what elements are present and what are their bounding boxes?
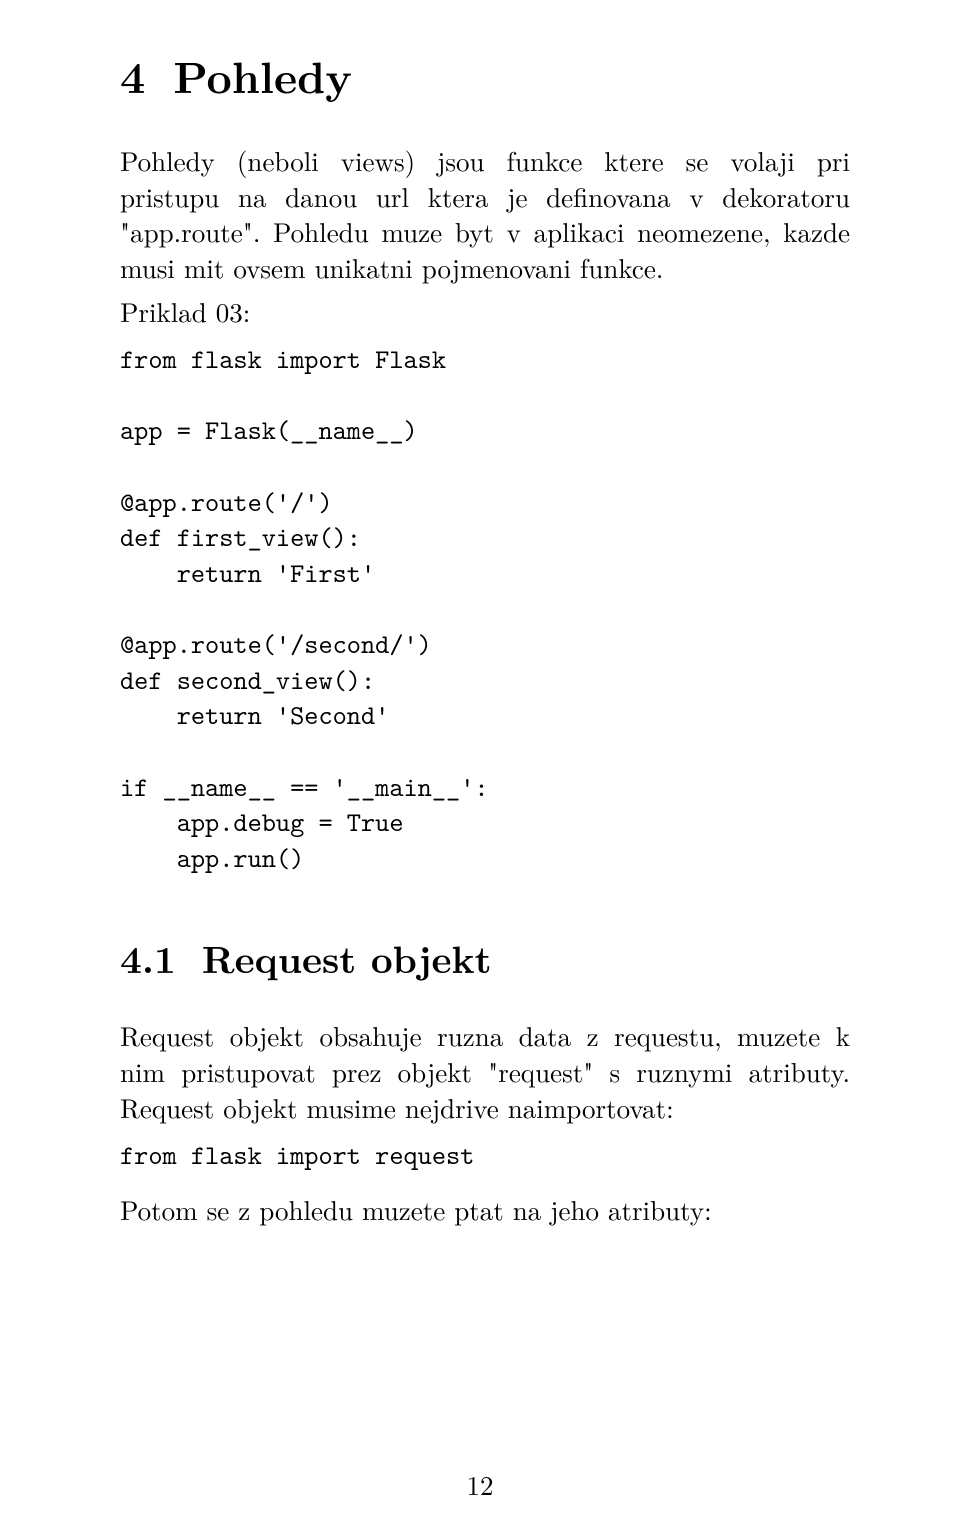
subsection-number: 4.1 (120, 937, 176, 981)
page-number: 12 (0, 1465, 960, 1503)
paragraph-3: Potom se z pohledu muzete ptat na jeho a… (120, 1192, 850, 1228)
code-block-2: from flask import request (120, 1138, 850, 1174)
code-block-1: from flask import Flask app = Flask(__na… (120, 342, 850, 876)
section-heading: 4Pohledy (120, 50, 850, 101)
paragraph-2: Request objekt obsahuje ruzna data z req… (120, 1018, 850, 1126)
subsection-title: Request objekt (202, 931, 492, 985)
page: 4Pohledy Pohledy (neboli views) jsou fun… (0, 0, 960, 1535)
paragraph-1: Pohledy (neboli views) jsou funkce ktere… (120, 143, 850, 287)
section-number: 4 (120, 50, 145, 101)
section-title: Pohledy (173, 43, 352, 106)
example-label: Priklad 03: (120, 294, 850, 330)
subsection-heading: 4.1Request objekt (120, 937, 850, 981)
